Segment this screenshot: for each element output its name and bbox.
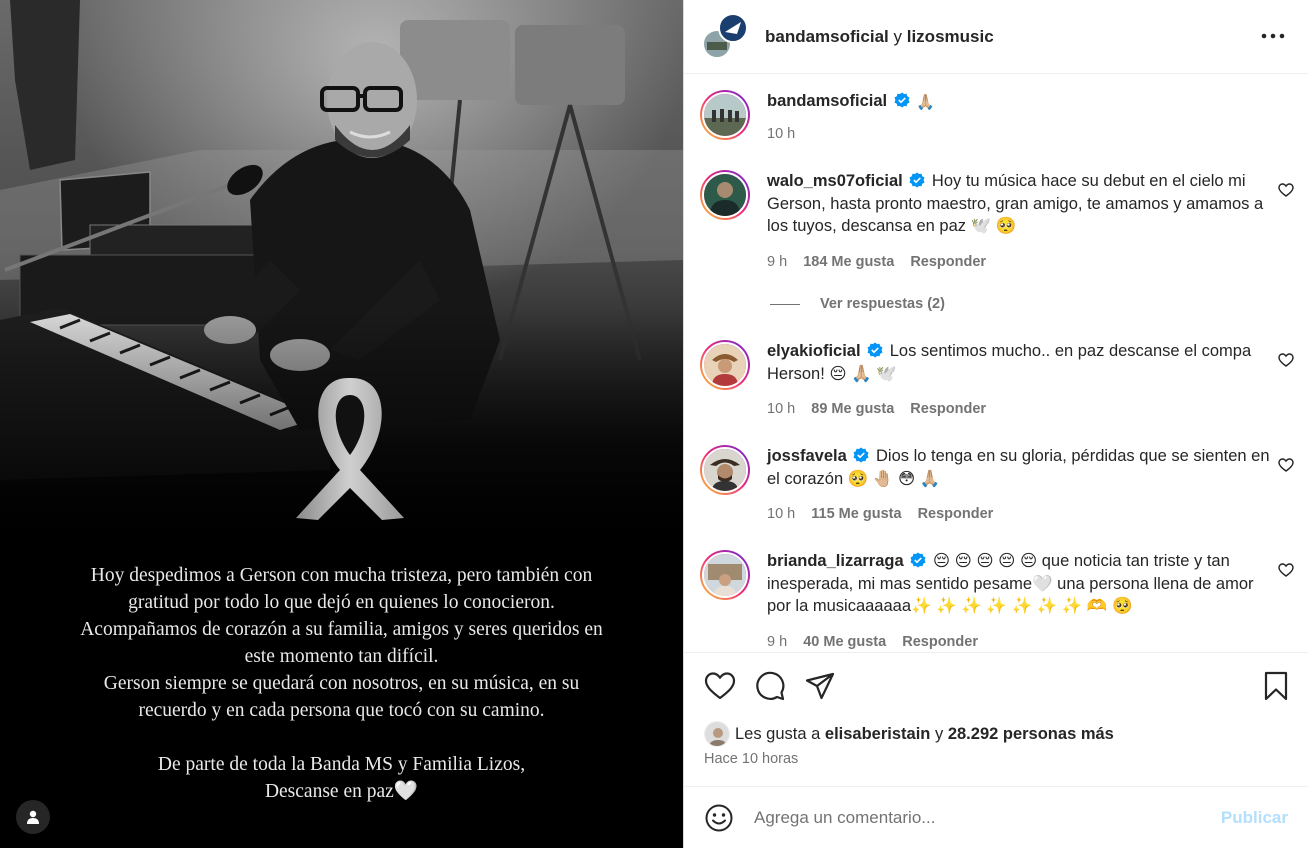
post-image-caption: Hoy despedimos a Gerson con mucha triste… <box>0 562 683 805</box>
caption-signature: De parte de toda la Banda MS y Familia L… <box>157 754 526 775</box>
comment-time: 10 h <box>767 401 796 417</box>
like-comment-icon[interactable] <box>1278 182 1294 198</box>
comment-likes[interactable]: 115 Me gusta <box>811 506 901 522</box>
likes-connector: y <box>934 724 944 743</box>
view-replies-label: Ver respuestas (2) <box>820 296 945 312</box>
comment-meta: 10 h <box>767 126 807 142</box>
likes-prefix: Les gusta a <box>735 724 821 743</box>
comment-meta: 10 h 89 Me gusta Responder <box>767 401 998 417</box>
caption-line: gratitud por todo lo que dejó en quienes… <box>128 592 555 613</box>
like-comment-icon[interactable] <box>1278 352 1294 368</box>
verified-badge-icon <box>910 552 926 568</box>
comment-time: 9 h <box>767 254 788 270</box>
verified-badge-icon <box>894 92 910 108</box>
avatar[interactable] <box>700 340 750 390</box>
post-actions: Les gusta a elisaberistain y 28.292 pers… <box>684 652 1308 786</box>
user-tag-icon <box>27 810 39 824</box>
caption-line: Hoy despedimos a Gerson con mucha triste… <box>90 565 593 586</box>
reply-button[interactable]: Responder <box>910 254 986 270</box>
comment-body: jossfavela Dios lo tenga en su gloria, p… <box>767 445 1273 490</box>
collab-avatars[interactable] <box>702 12 749 60</box>
caption-line: este momento tan difícil. <box>244 646 439 667</box>
comment-username[interactable]: walo_ms07oficial <box>767 172 903 190</box>
comment-meta: 9 h 40 Me gusta Responder <box>767 634 990 650</box>
author-link-secondary[interactable]: lizosmusic <box>907 27 994 46</box>
likes-summary[interactable]: Les gusta a elisaberistain y 28.292 pers… <box>704 721 1114 747</box>
like-heart-icon[interactable] <box>704 670 736 702</box>
caption-line: Acompañamos de corazón a su familia, ami… <box>80 619 603 640</box>
reply-button[interactable]: Responder <box>910 401 986 417</box>
comments-list[interactable]: bandamsoficial 🙏🏼 10 h walo_ms07oficial <box>684 74 1308 652</box>
avatar[interactable] <box>700 90 750 140</box>
comment-username[interactable]: jossfavela <box>767 447 847 465</box>
post-detail-panel: bandamsoficial y lizosmusic bandamsofici… <box>683 0 1308 848</box>
comment-username[interactable]: brianda_lizarraga <box>767 552 904 570</box>
view-replies-button[interactable]: Ver respuestas (2) <box>770 296 945 312</box>
more-horizontal-icon[interactable] <box>1260 24 1286 48</box>
comment-username[interactable]: bandamsoficial <box>767 92 887 110</box>
comment-likes[interactable]: 184 Me gusta <box>803 254 894 270</box>
emoji-smiley-icon[interactable] <box>704 803 734 833</box>
add-comment-bar: Publicar <box>684 786 1308 848</box>
avatar[interactable] <box>700 445 750 495</box>
reply-button[interactable]: Responder <box>918 506 994 522</box>
liker-avatar <box>704 721 730 747</box>
verified-badge-icon <box>867 342 883 358</box>
comment-input[interactable] <box>754 807 1194 828</box>
post-header: bandamsoficial y lizosmusic <box>684 0 1308 74</box>
author-link-primary[interactable]: bandamsoficial <box>765 27 889 46</box>
comment-body: brianda_lizarraga 😔 😔 😔 😔 😔 que noticia … <box>767 550 1273 618</box>
save-bookmark-icon[interactable] <box>1260 670 1292 702</box>
verified-badge-icon <box>909 172 925 188</box>
user-tag-button[interactable] <box>16 800 50 834</box>
caption-line: recuerdo y en cada persona que tocó con … <box>138 700 545 721</box>
comment-body: elyakioficial Los sentimos mucho.. en pa… <box>767 340 1273 385</box>
caption-line: Gerson siempre se quedará con nosotros, … <box>103 673 580 694</box>
post-media[interactable]: Hoy despedimos a Gerson con mucha triste… <box>0 0 683 848</box>
replies-divider <box>770 303 800 305</box>
post-authors: bandamsoficial y lizosmusic <box>765 27 994 47</box>
like-comment-icon[interactable] <box>1278 457 1294 473</box>
reply-button[interactable]: Responder <box>902 634 978 650</box>
author-avatar <box>702 12 748 59</box>
comment-bubble-icon[interactable] <box>754 670 786 702</box>
share-send-icon[interactable] <box>804 670 836 702</box>
likes-count[interactable]: 28.292 personas más <box>948 725 1114 744</box>
comment-likes[interactable]: 89 Me gusta <box>811 401 894 417</box>
verified-badge-icon <box>853 447 869 463</box>
comment-time: 10 h <box>767 506 796 522</box>
comment-username[interactable]: elyakioficial <box>767 342 861 360</box>
caption-signature-rip: Descanse en paz🤍 <box>264 781 419 802</box>
comment-time: 10 h <box>767 126 796 142</box>
post-timestamp[interactable]: Hace 10 horas <box>704 751 798 767</box>
publish-button[interactable]: Publicar <box>1221 808 1288 828</box>
post-photo <box>0 0 683 560</box>
avatar[interactable] <box>700 170 750 220</box>
comment-meta: 9 h 184 Me gusta Responder <box>767 254 998 270</box>
author-connector: y <box>893 26 903 46</box>
comment-body: bandamsoficial 🙏🏼 <box>767 90 1273 113</box>
like-comment-icon[interactable] <box>1278 562 1294 578</box>
comment-meta: 10 h 115 Me gusta Responder <box>767 506 1005 522</box>
comment-time: 9 h <box>767 634 788 650</box>
liker-username[interactable]: elisaberistain <box>825 725 930 744</box>
avatar[interactable] <box>700 550 750 600</box>
comment-body: walo_ms07oficial Hoy tu música hace su d… <box>767 170 1273 238</box>
comment-text: 🙏🏼 <box>916 94 935 111</box>
comment-likes[interactable]: 40 Me gusta <box>803 634 886 650</box>
